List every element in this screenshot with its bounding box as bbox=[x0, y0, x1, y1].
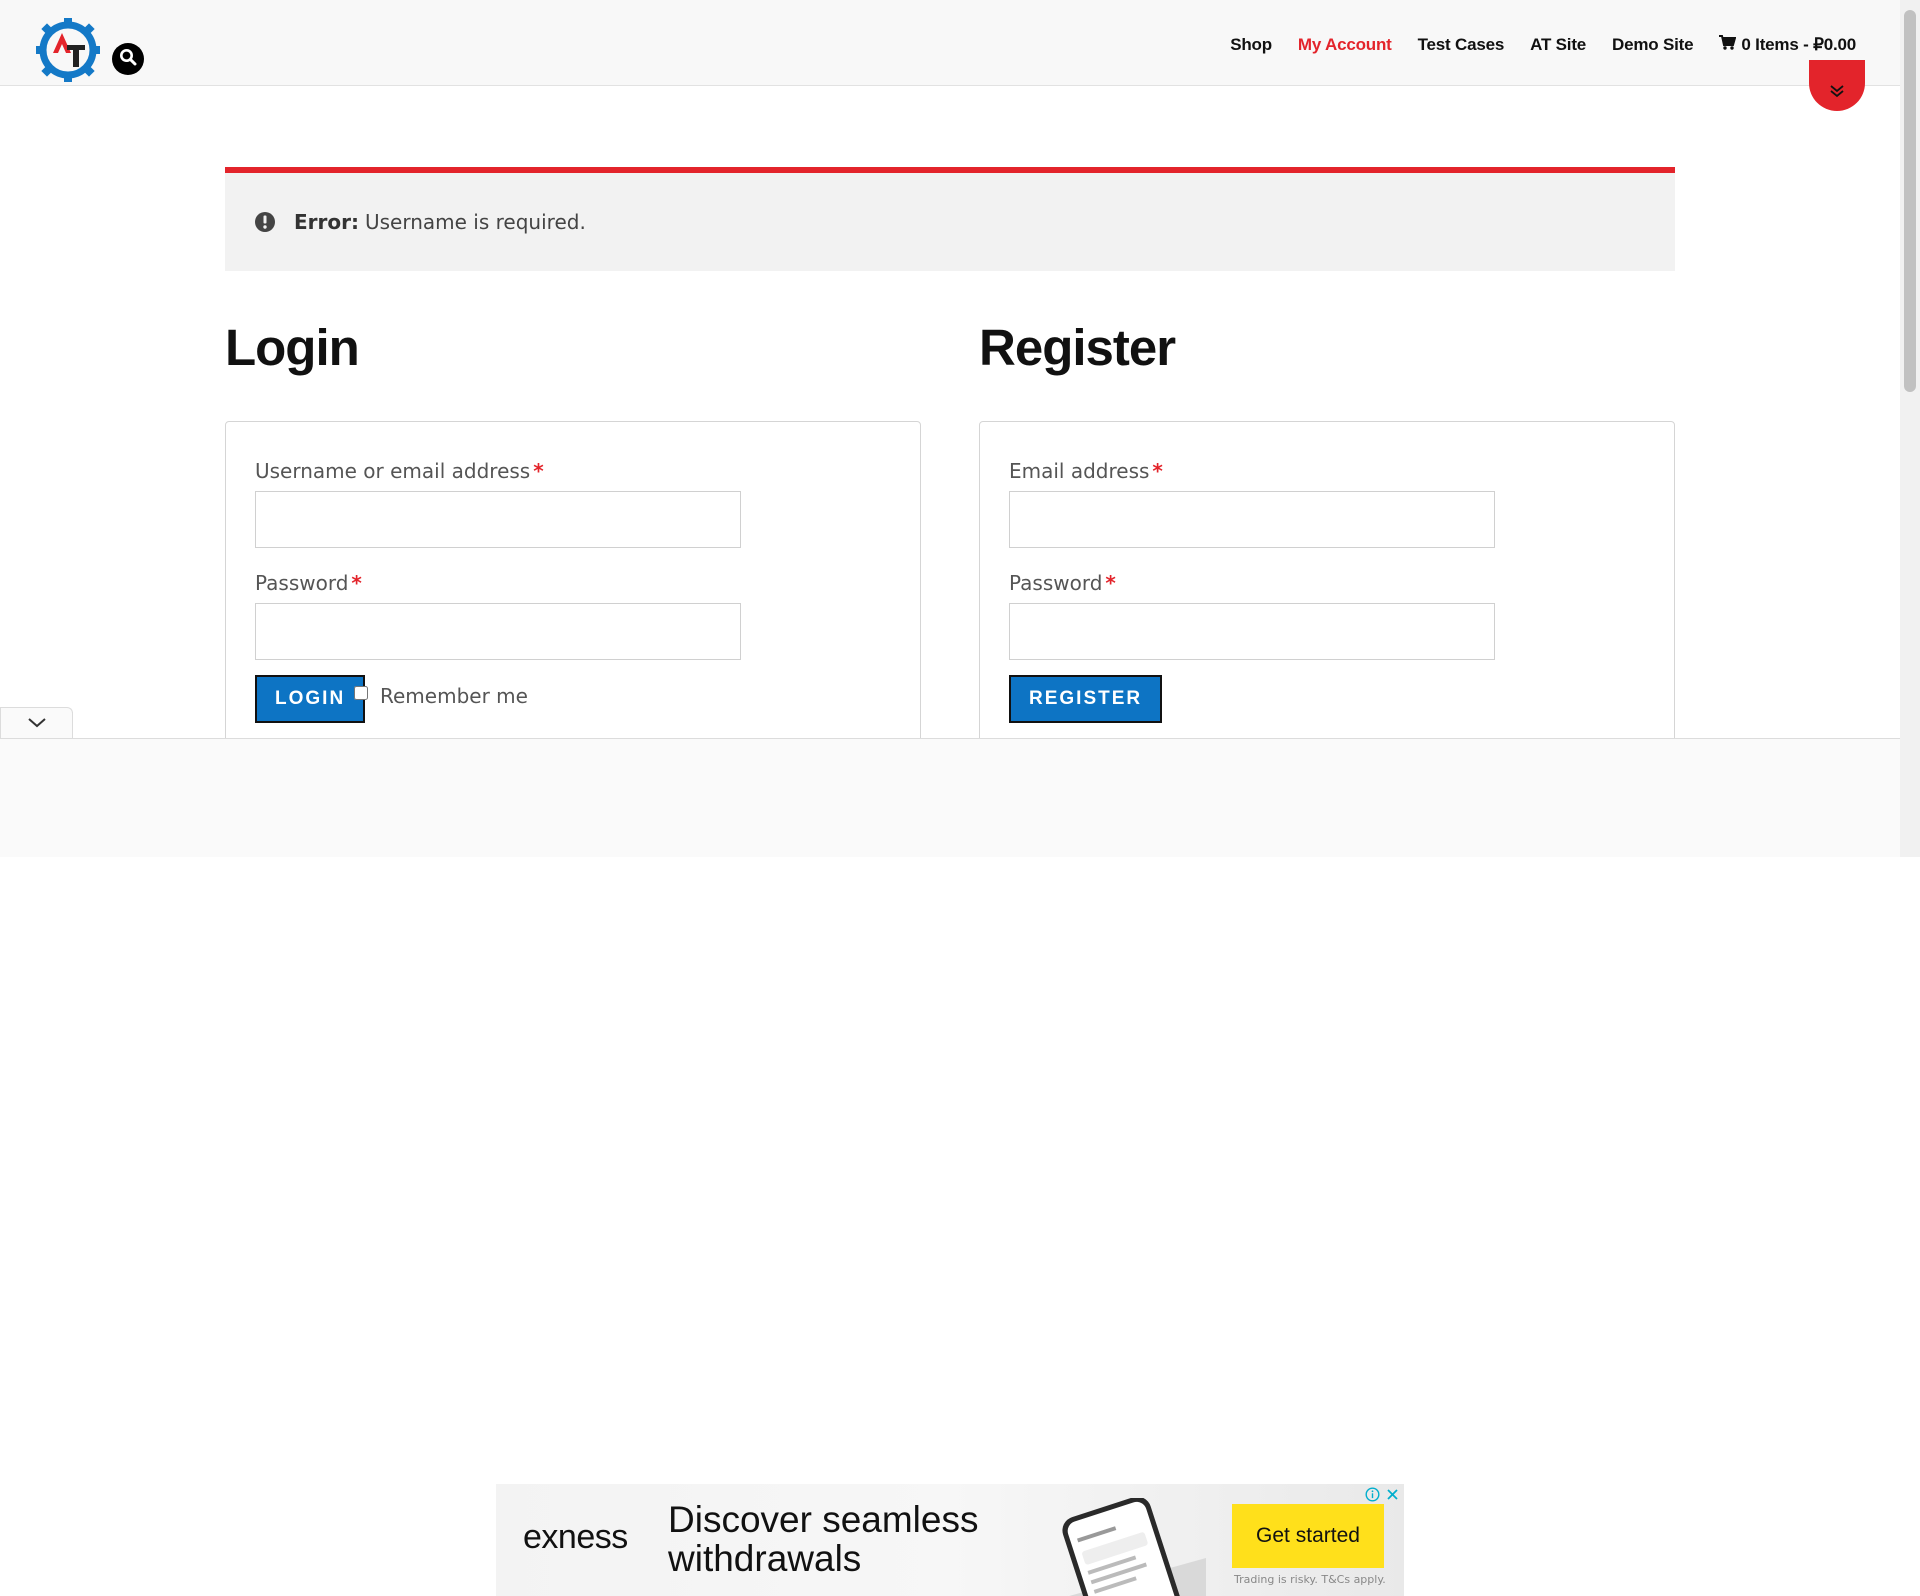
double-chevron-down-icon bbox=[1829, 83, 1845, 102]
scroll-toggle-button[interactable] bbox=[1809, 60, 1865, 111]
site-header: Shop My Account Test Cases AT Site Demo … bbox=[0, 0, 1900, 86]
register-password-label: Password * bbox=[1009, 571, 1116, 595]
main-nav: Shop My Account Test Cases AT Site Demo … bbox=[1204, 33, 1856, 57]
ad-banner[interactable]: exness Discover seamless withdrawals Get… bbox=[496, 1484, 1404, 1596]
nav-cart[interactable]: 0 Items - ₽0.00 bbox=[1719, 33, 1856, 57]
remember-me-label: Remember me bbox=[380, 684, 528, 708]
login-password-label: Password * bbox=[255, 571, 362, 595]
username-input[interactable] bbox=[255, 491, 741, 548]
username-label-text: Username or email address bbox=[255, 459, 531, 483]
ad-bar: exness Discover seamless withdrawals Get… bbox=[0, 738, 1900, 1596]
register-password-input[interactable] bbox=[1009, 603, 1495, 660]
email-label-text: Email address bbox=[1009, 459, 1150, 483]
remember-me[interactable]: Remember me bbox=[354, 684, 528, 708]
error-text: Error: Username is required. bbox=[294, 210, 586, 234]
remember-me-checkbox[interactable] bbox=[354, 686, 368, 700]
email-label: Email address * bbox=[1009, 459, 1163, 483]
ad-brand: exness bbox=[523, 1518, 628, 1556]
ad-close-icon[interactable] bbox=[1385, 1487, 1400, 1506]
username-label: Username or email address * bbox=[255, 459, 544, 483]
ad-info-icon[interactable] bbox=[1365, 1487, 1380, 1506]
nav-shop[interactable]: Shop bbox=[1230, 33, 1272, 57]
error-message: Username is required. bbox=[365, 210, 586, 234]
required-mark: * bbox=[1105, 571, 1116, 595]
ad-headline: Discover seamless withdrawals bbox=[668, 1499, 979, 1579]
login-title: Login bbox=[225, 319, 360, 376]
nav-demo-site[interactable]: Demo Site bbox=[1612, 33, 1694, 57]
login-button[interactable]: Login bbox=[255, 675, 366, 723]
search-icon bbox=[119, 48, 137, 70]
register-password-label-text: Password bbox=[1009, 571, 1103, 595]
nav-my-account[interactable]: My Account bbox=[1298, 33, 1392, 57]
register-button[interactable]: Register bbox=[1009, 675, 1163, 723]
phone-image bbox=[1026, 1496, 1206, 1596]
ad-disclaimer: Trading is risky. T&Cs apply. bbox=[1234, 1573, 1386, 1586]
ad-collapse-button[interactable] bbox=[0, 707, 73, 739]
login-password-input[interactable] bbox=[255, 603, 741, 660]
page-scrollbar[interactable] bbox=[1900, 0, 1920, 857]
nav-test-cases[interactable]: Test Cases bbox=[1418, 33, 1505, 57]
search-button[interactable] bbox=[112, 43, 144, 75]
gear-logo-icon[interactable] bbox=[35, 17, 101, 83]
cart-label: 0 Items - ₽0.00 bbox=[1741, 35, 1856, 54]
register-title: Register bbox=[979, 319, 1176, 376]
required-mark: * bbox=[1152, 459, 1163, 483]
error-notice: Error: Username is required. bbox=[225, 167, 1675, 271]
required-mark: * bbox=[533, 459, 544, 483]
error-label: Error: bbox=[294, 210, 359, 234]
nav-at-site[interactable]: AT Site bbox=[1530, 33, 1586, 57]
chevron-down-icon bbox=[27, 714, 47, 733]
scrollbar-thumb[interactable] bbox=[1904, 10, 1916, 392]
email-input[interactable] bbox=[1009, 491, 1495, 548]
ad-cta-button[interactable]: Get started bbox=[1232, 1504, 1384, 1568]
login-form: Username or email address * Password * Log… bbox=[225, 421, 921, 751]
cart-icon bbox=[1719, 33, 1737, 57]
login-password-label-text: Password bbox=[255, 571, 349, 595]
required-mark: * bbox=[351, 571, 362, 595]
exclamation-circle-icon bbox=[254, 211, 276, 233]
register-form: Email address * Password * Register bbox=[979, 421, 1675, 751]
